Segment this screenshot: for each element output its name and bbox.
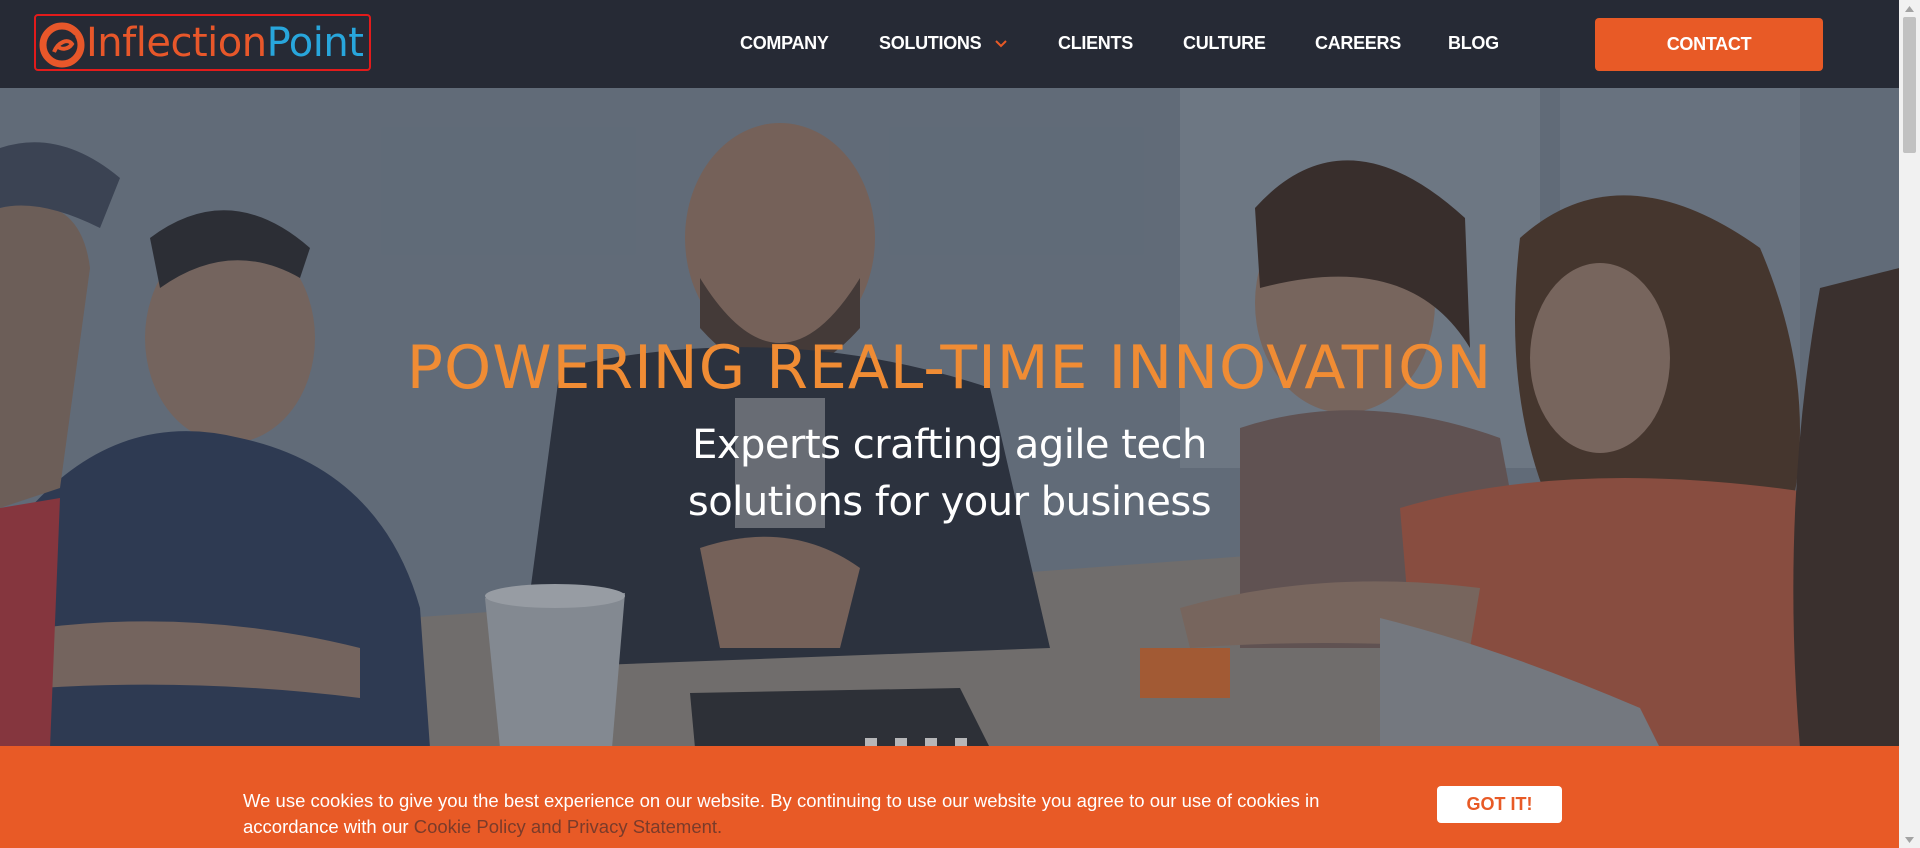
scroll-up-arrow-icon[interactable] — [1899, 0, 1920, 17]
cookie-message-text: We use cookies to give you the best expe… — [243, 790, 1320, 837]
nav-item-careers[interactable]: CAREERS — [1315, 33, 1401, 54]
slider-dot[interactable] — [895, 738, 907, 746]
nav-item-clients[interactable]: CLIENTS — [1058, 33, 1133, 54]
nav-item-label: CAREERS — [1315, 33, 1401, 53]
nav-item-label: SOLUTIONS — [879, 33, 982, 53]
slider-dot[interactable] — [955, 738, 967, 746]
slider-dot[interactable] — [925, 738, 937, 746]
contact-button[interactable]: CONTACT — [1595, 18, 1823, 71]
cookie-policy-link[interactable]: Cookie Policy and Privacy Statement. — [414, 816, 722, 837]
nav-item-label: BLOG — [1448, 33, 1499, 53]
page-scrollbar[interactable] — [1899, 0, 1920, 848]
hero-title: POWERING REAL-TIME INNOVATION — [406, 333, 1493, 403]
cookie-banner: We use cookies to give you the best expe… — [0, 746, 1899, 848]
accept-cookies-button[interactable]: GOT IT! — [1437, 786, 1562, 823]
hero-subtitle-line-2: solutions for your business — [687, 479, 1212, 525]
nav-item-culture[interactable]: CULTURE — [1183, 33, 1266, 54]
cookie-message: We use cookies to give you the best expe… — [243, 788, 1353, 840]
slider-pagination — [865, 738, 967, 746]
scroll-down-arrow-icon[interactable] — [1899, 831, 1920, 848]
slider-dot[interactable] — [865, 738, 877, 746]
hero-section: POWERING REAL-TIME INNOVATION Experts cr… — [0, 88, 1899, 748]
nav-item-solutions[interactable]: SOLUTIONS — [879, 33, 1008, 54]
nav-item-label: CULTURE — [1183, 33, 1266, 53]
nav-item-company[interactable]: COMPANY — [740, 33, 829, 54]
nav-item-label: CLIENTS — [1058, 33, 1133, 53]
nav-item-blog[interactable]: BLOG — [1448, 33, 1499, 54]
chevron-down-icon — [995, 40, 1007, 48]
hero-subtitle: Experts crafting agile tech solutions fo… — [0, 417, 1899, 531]
nav-item-label: COMPANY — [740, 33, 829, 53]
scrollbar-thumb[interactable] — [1903, 17, 1916, 153]
site-header: InflectionPoint COMPANY SOLUTIONS CLIENT… — [0, 0, 1899, 88]
hero-subtitle-line-1: Experts crafting agile tech — [692, 422, 1207, 468]
